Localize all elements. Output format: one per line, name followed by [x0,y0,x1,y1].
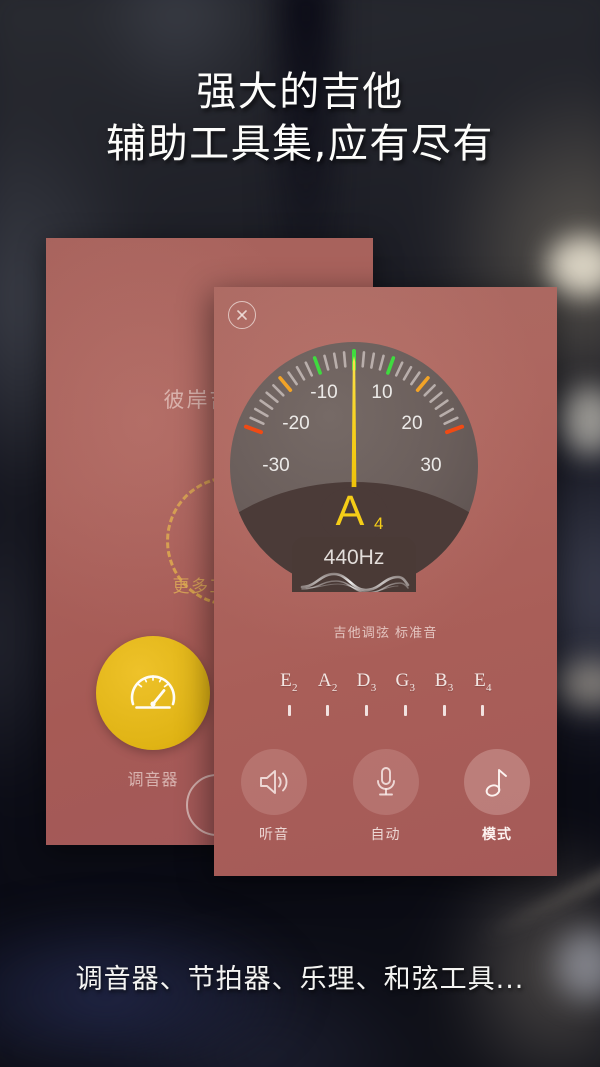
string-tick [403,704,407,716]
headline: 强大的吉他 辅助工具集,应有尽有 [106,69,494,167]
tuning-mode-label: 吉他调弦 标准音 [333,625,438,640]
string-button[interactable]: E2 [276,671,302,717]
gauge-tick-label: 30 [420,455,441,476]
string-button[interactable]: A2 [315,671,341,717]
auto-button[interactable] [352,749,419,815]
auto-action[interactable]: 自动 [344,749,428,857]
string-tick [442,704,446,716]
speaker-icon [260,770,288,794]
string-button[interactable]: B3 [431,671,457,717]
tuner-app-button[interactable] [96,636,210,750]
string-tick [287,704,291,716]
string-selector-row: E2 A2 D3 G3 B3 E4 [276,671,496,717]
listen-label: 听音 [259,826,289,842]
string-tick [481,704,485,716]
frequency-value: 440Hz [324,546,385,569]
listen-button[interactable] [241,749,307,815]
string-label: G3 [395,670,416,694]
close-icon [237,310,247,320]
string-tick [326,704,330,716]
string-button[interactable]: D3 [354,671,380,717]
microphone-icon [376,767,395,796]
string-label: A2 [317,670,338,694]
string-label: D3 [356,670,377,694]
action-button-row: 听音 自动 模式 [232,749,539,857]
tuner-modal-card: -30 -20 -10 10 20 30 A 4 440Hz 吉他调弦 标准音 … [214,287,557,876]
caption: 调音器、节拍器、乐理、和弦工具... [75,964,525,995]
screenshot-root: 强大的吉他 辅助工具集,应有尽有 彼岸吉他 更多工具 调音器 -30 -20 -… [0,0,600,1067]
note-letter: A [336,487,365,535]
tuner-gauge: -30 -20 -10 10 20 30 A 4 440Hz [228,340,480,592]
string-button[interactable]: E4 [470,671,496,717]
mode-action[interactable]: 模式 [455,749,539,857]
mode-button[interactable] [464,749,530,815]
gauge-tick-label: -10 [310,382,337,403]
string-tick [365,704,369,716]
string-button[interactable]: G3 [392,671,418,717]
gauge-icon [130,675,176,709]
note-octave: 4 [374,514,383,533]
string-label: E2 [280,670,298,694]
auto-label: 自动 [370,826,401,842]
listen-action[interactable]: 听音 [232,749,316,857]
string-label: E4 [474,670,492,694]
gauge-tick-label: 20 [401,413,422,434]
frequency-panel: 440Hz [292,537,416,592]
music-note-icon [485,769,507,797]
mode-label: 模式 [482,826,512,842]
gauge-tick-label: -20 [282,413,309,434]
close-button[interactable] [228,301,256,329]
gauge-tick-label: -30 [262,455,289,476]
gauge-tick-label: 10 [371,382,392,403]
string-label: B3 [434,670,454,694]
